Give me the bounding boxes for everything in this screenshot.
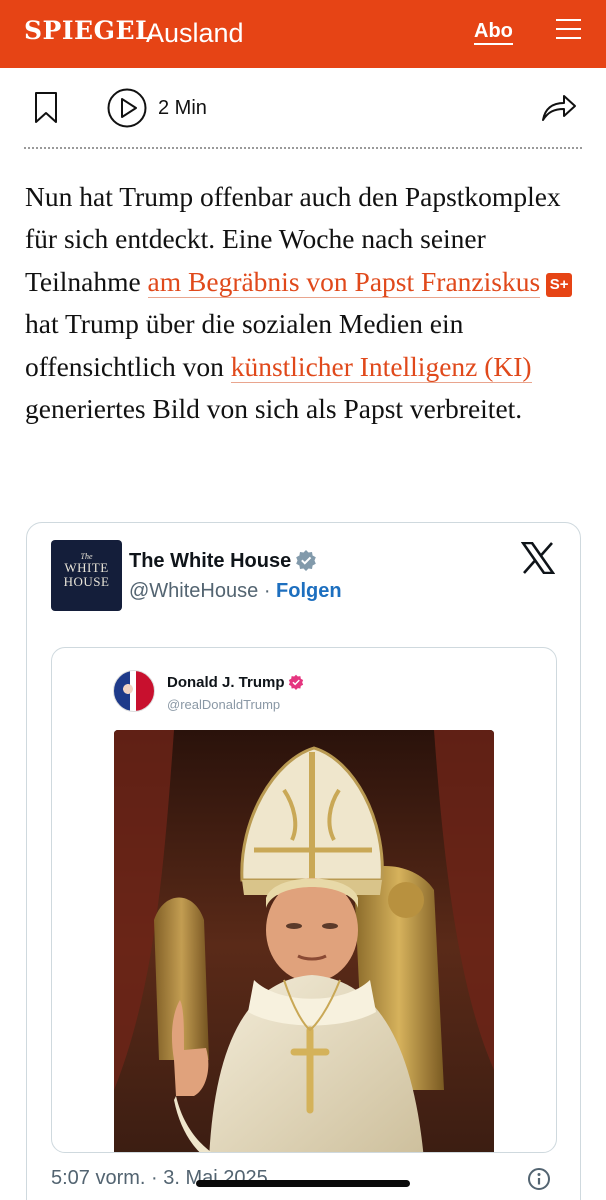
author-handle[interactable]: @WhiteHouse xyxy=(129,580,258,602)
avatar-text: WHITE xyxy=(64,560,109,575)
read-time: 2 Min xyxy=(158,97,207,119)
separator: · xyxy=(263,580,271,602)
pope-portrait-image[interactable] xyxy=(114,730,494,1152)
spiegel-logo[interactable]: SPIEGEL xyxy=(24,16,153,45)
tweet-author-name[interactable]: The White House xyxy=(129,549,317,573)
x-logo-icon[interactable] xyxy=(521,542,555,574)
home-indicator[interactable] xyxy=(196,1180,410,1187)
pope-portrait-illustration xyxy=(114,730,494,1152)
trump-avatar[interactable] xyxy=(113,670,155,712)
info-icon[interactable] xyxy=(527,1167,551,1191)
share-icon[interactable] xyxy=(540,91,578,123)
ai-link[interactable]: künstlicher Intelligenz (KI) xyxy=(230,350,532,383)
section-title[interactable]: Ausland xyxy=(146,18,244,49)
abo-link[interactable]: Abo xyxy=(474,20,513,45)
article-actions: 2 Min xyxy=(0,68,606,148)
tweet-author-handle: @WhiteHouse · Folgen xyxy=(129,580,342,603)
embedded-tweet[interactable]: The WHITE HOUSE The White House @WhiteHo… xyxy=(26,522,581,1200)
hamburger-icon[interactable] xyxy=(556,19,581,39)
quoted-name[interactable]: Donald J. Trump xyxy=(167,674,285,691)
verified-badge-icon xyxy=(296,550,317,571)
funeral-link[interactable]: am Begräbnis von Papst Franziskus xyxy=(147,265,541,298)
quoted-post[interactable]: Donald J. Trump @realDonaldTrump xyxy=(51,647,557,1153)
white-house-avatar[interactable]: The WHITE HOUSE xyxy=(51,540,122,611)
article-paragraph: Nun hat Trump offenbar auch den Papstkom… xyxy=(25,176,585,430)
quoted-author-name[interactable]: Donald J. Trump xyxy=(167,674,304,691)
author-name[interactable]: The White House xyxy=(129,550,291,572)
bookmark-icon[interactable] xyxy=(34,92,58,124)
article-text: generiertes Bild von sich als Papst verb… xyxy=(25,393,523,425)
spiegel-plus-badge: S+ xyxy=(546,272,573,297)
top-bar: SPIEGEL Ausland Abo xyxy=(0,0,606,68)
verified-badge-icon xyxy=(288,674,303,690)
follow-button[interactable]: Folgen xyxy=(276,580,342,602)
avatar-text: HOUSE xyxy=(63,574,110,589)
play-icon[interactable] xyxy=(107,88,147,128)
quoted-author-handle: @realDonaldTrump xyxy=(167,697,281,712)
divider xyxy=(24,147,582,149)
